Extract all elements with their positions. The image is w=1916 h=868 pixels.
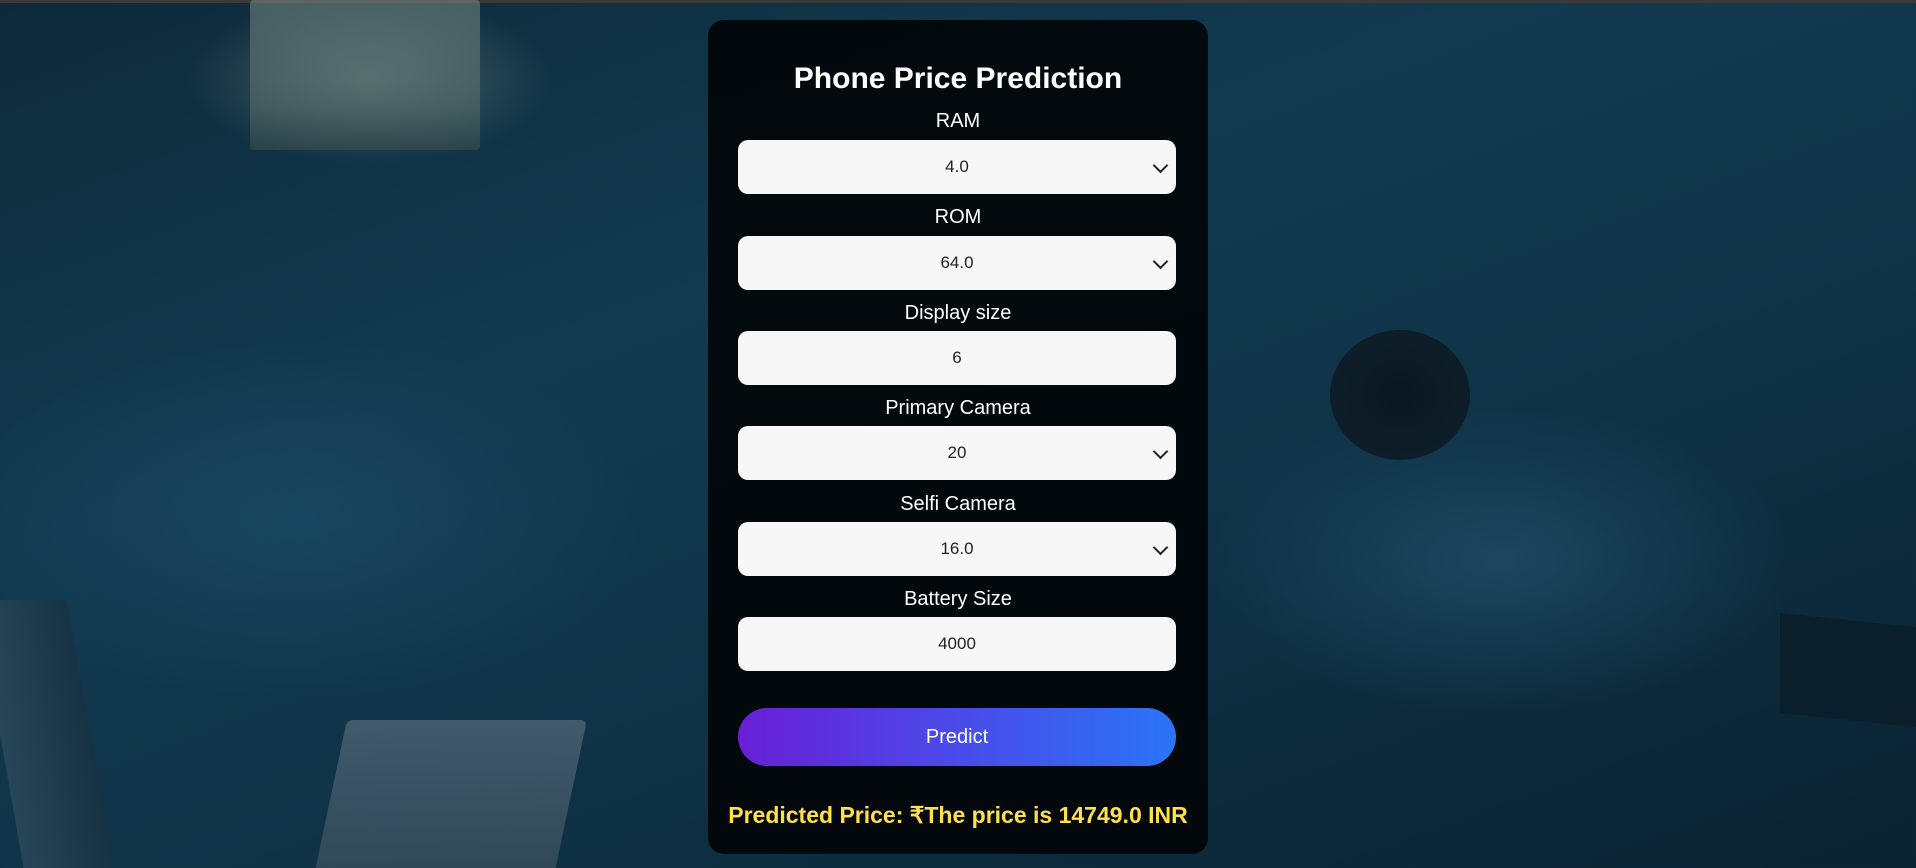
chevron-down-icon: [1152, 253, 1169, 270]
background-device-image: [1780, 612, 1916, 728]
selfi-camera-select[interactable]: 16.0: [738, 522, 1176, 576]
battery-size-label: Battery Size: [904, 588, 1012, 610]
chevron-down-icon: [1152, 539, 1169, 556]
battery-size-input-value: 4000: [938, 634, 976, 653]
primary-camera-select-value: 20: [947, 443, 967, 462]
page-title: Phone Price Prediction: [793, 62, 1123, 95]
background-hand-image: [1330, 330, 1470, 460]
background-monitor-image: [250, 0, 480, 150]
battery-size-input[interactable]: 4000: [738, 617, 1176, 671]
rom-select-value: 64.0: [940, 253, 974, 272]
ram-select[interactable]: 4.0: [738, 140, 1176, 194]
primary-camera-select[interactable]: 20: [738, 426, 1176, 480]
selfi-camera-label: Selfi Camera: [900, 493, 1016, 515]
selfi-camera-select-value: 16.0: [940, 539, 974, 558]
rom-label: ROM: [934, 206, 982, 228]
display-size-label: Display size: [904, 302, 1012, 324]
rom-select[interactable]: 64.0: [738, 236, 1176, 290]
background-keyboard-image: [312, 720, 588, 868]
primary-camera-label: Primary Camera: [885, 397, 1031, 419]
browser-top-strip: [0, 0, 1916, 3]
predict-button[interactable]: Predict: [738, 708, 1176, 766]
chevron-down-icon: [1152, 443, 1169, 460]
background-laptop-image: [0, 600, 114, 868]
ram-select-value: 4.0: [945, 157, 969, 176]
ram-label: RAM: [935, 110, 981, 132]
prediction-form-card: Phone Price Prediction RAM 4.0 ROM 64.0 …: [708, 20, 1208, 854]
chevron-down-icon: [1152, 157, 1169, 174]
display-size-input[interactable]: 6: [738, 331, 1176, 385]
display-size-input-value: 6: [952, 348, 962, 367]
predicted-price-result: Predicted Price: ₹The price is 14749.0 I…: [728, 802, 1188, 828]
